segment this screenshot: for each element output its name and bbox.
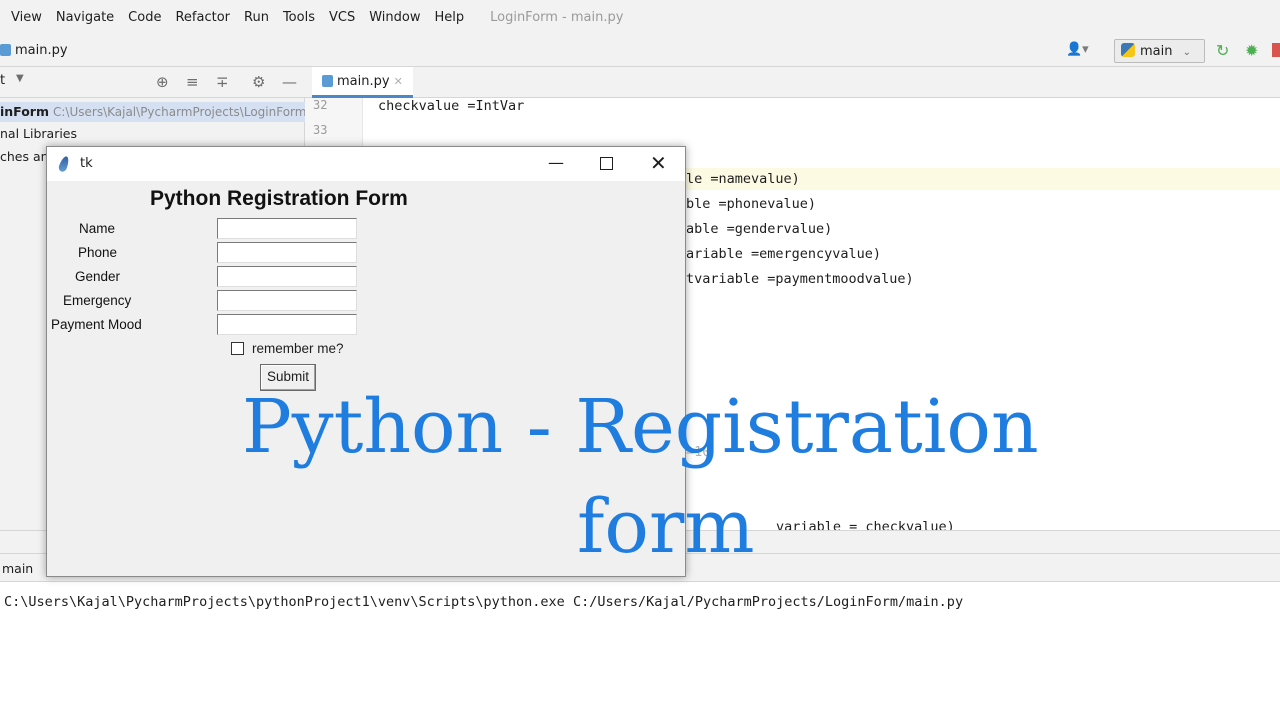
tree-item-scratches[interactable]: ches an: [0, 149, 49, 164]
menu-code[interactable]: Code: [128, 10, 161, 25]
menu-run[interactable]: Run: [244, 10, 269, 25]
editor-tab-bar: main.py ✕: [305, 67, 1280, 98]
python-icon: [1121, 43, 1135, 57]
code-line: le =namevalue): [686, 171, 800, 187]
tab-main-py[interactable]: main.py ✕: [312, 67, 413, 98]
chevron-down-icon: ⌄: [1182, 47, 1192, 58]
navigation-bar: main.py 👤▾ main ⌄ ↻ ✹: [0, 34, 1280, 67]
menu-help[interactable]: Help: [434, 10, 464, 25]
code-line: ariable =emergencyvalue): [686, 246, 882, 262]
menu-tools[interactable]: Tools: [283, 10, 315, 25]
line-number: 32: [313, 98, 328, 112]
name-field[interactable]: [217, 218, 357, 239]
tree-root-name: inForm: [0, 104, 49, 119]
close-icon[interactable]: ✕: [650, 151, 667, 175]
run-config-select[interactable]: main ⌄: [1114, 39, 1205, 63]
gender-field[interactable]: [217, 266, 357, 287]
tk-window-title: tk: [80, 156, 93, 171]
gear-icon[interactable]: ⚙: [252, 73, 265, 91]
project-view-label[interactable]: t: [0, 73, 5, 88]
locate-icon[interactable]: ⊕: [156, 73, 169, 91]
tk-title-bar[interactable]: tk — ✕: [47, 147, 685, 181]
code-line: able =gendervalue): [686, 221, 833, 237]
run-config-label: main: [1140, 44, 1173, 59]
stop-icon[interactable]: [1272, 43, 1280, 57]
emergency-label: Emergency: [63, 293, 132, 308]
maximize-icon[interactable]: [600, 157, 613, 170]
line-number: 33: [313, 123, 328, 137]
menu-bar: View Navigate Code Refactor Run Tools VC…: [0, 0, 1280, 34]
payment-mood-label: Payment Mood: [51, 317, 142, 332]
menu-navigate[interactable]: Navigate: [56, 10, 114, 25]
phone-label: Phone: [78, 245, 118, 260]
chevron-down-icon[interactable]: ▼: [16, 73, 24, 84]
tree-item-external-libraries[interactable]: nal Libraries: [0, 126, 77, 141]
collapse-all-icon[interactable]: ∓: [216, 73, 229, 91]
minimize-icon[interactable]: —: [548, 153, 564, 172]
hide-icon[interactable]: —: [282, 73, 297, 91]
python-file-icon: [0, 44, 11, 56]
run-console[interactable]: C:\Users\Kajal\PycharmProjects\pythonPro…: [0, 582, 1280, 720]
window-title: LoginForm - main.py: [490, 9, 624, 25]
debug-icon[interactable]: ✹: [1245, 41, 1258, 60]
tk-feather-icon: [57, 155, 71, 173]
expand-all-icon[interactable]: ≡: [186, 73, 199, 91]
breadcrumb-file: main.py: [15, 43, 68, 58]
phone-field[interactable]: [217, 242, 357, 263]
remember-label: remember me?: [252, 341, 344, 356]
code-line: checkvalue =IntVar: [378, 98, 525, 114]
remember-checkbox[interactable]: [231, 342, 244, 355]
user-icon[interactable]: 👤▾: [1066, 42, 1094, 60]
tree-item-root[interactable]: inForm C:\Users\Kajal\PycharmProjects\Log…: [0, 102, 307, 122]
breadcrumb[interactable]: main.py: [0, 43, 68, 58]
menu-vcs[interactable]: VCS: [329, 10, 355, 25]
run-tab-main[interactable]: main: [2, 561, 33, 576]
code-line: tvariable =paymentmoodvalue): [686, 271, 914, 287]
rerun-icon[interactable]: ↻: [1216, 41, 1229, 60]
close-icon[interactable]: ✕: [394, 75, 403, 88]
overlay-caption-line-2: form: [577, 484, 755, 570]
payment-mood-field[interactable]: [217, 314, 357, 335]
menu-window[interactable]: Window: [369, 10, 420, 25]
gender-label: Gender: [75, 269, 121, 284]
python-file-icon: [322, 75, 333, 87]
menu-view[interactable]: View: [11, 10, 42, 25]
tab-label: main.py: [337, 74, 390, 89]
tree-root-path: C:\Users\Kajal\PycharmProjects\LoginForm: [53, 105, 307, 119]
menu-refactor[interactable]: Refactor: [175, 10, 230, 25]
project-toolbar: t ▼ ⊕ ≡ ∓ ⚙ —: [0, 67, 305, 98]
form-heading: Python Registration Form: [150, 187, 408, 210]
name-label: Name: [79, 221, 116, 236]
overlay-caption-line-1: Python - Registration: [242, 384, 1039, 470]
code-text: le =namevalue): [686, 171, 800, 187]
code-line: ble =phonevalue): [686, 196, 817, 212]
console-output: C:\Users\Kajal\PycharmProjects\pythonPro…: [4, 594, 964, 610]
emergency-field[interactable]: [217, 290, 357, 311]
